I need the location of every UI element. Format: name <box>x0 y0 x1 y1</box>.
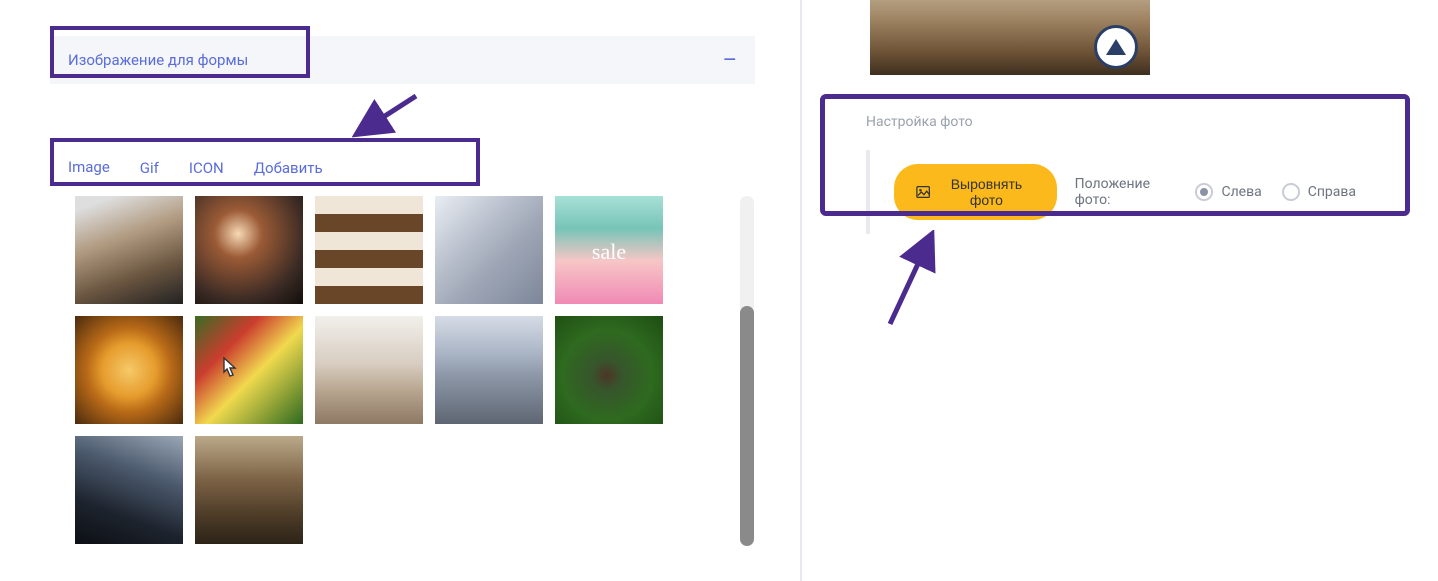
image-thumbnail[interactable] <box>315 316 423 424</box>
image-thumbnail[interactable] <box>195 436 303 544</box>
image-thumbnail[interactable] <box>75 436 183 544</box>
image-library-grid <box>75 196 755 544</box>
image-thumbnail[interactable] <box>195 196 303 304</box>
preview-logo-icon <box>1094 25 1138 69</box>
annotation-arrow-icon <box>352 92 422 138</box>
radio-right[interactable]: Справа <box>1282 183 1356 201</box>
radio-left[interactable]: Слева <box>1195 183 1261 201</box>
image-icon <box>916 184 930 200</box>
photo-position-radio-group: Слева Справа <box>1195 183 1356 201</box>
photo-settings-title: Настройка фото <box>866 114 1380 130</box>
tab-gif[interactable]: Gif <box>140 151 159 185</box>
tab-image[interactable]: Image <box>68 150 110 186</box>
panel-divider <box>800 0 802 581</box>
photo-position-label: Положение фото: <box>1075 176 1178 208</box>
image-thumbnail[interactable] <box>435 316 543 424</box>
image-thumbnail[interactable] <box>75 316 183 424</box>
radio-right-label: Справа <box>1308 184 1356 200</box>
radio-left-label: Слева <box>1221 184 1261 200</box>
left-panel: Изображение для формы – Image Gif ICON Д… <box>20 0 790 581</box>
image-thumbnail[interactable] <box>555 316 663 424</box>
image-section-header[interactable]: Изображение для формы – <box>50 36 755 84</box>
image-thumbnail[interactable] <box>315 196 423 304</box>
image-section-title: Изображение для формы <box>68 51 248 69</box>
scrollbar-track[interactable] <box>740 196 754 546</box>
collapse-button[interactable]: – <box>723 48 737 73</box>
image-thumbnail[interactable] <box>195 316 303 424</box>
image-thumbnail[interactable] <box>75 196 183 304</box>
image-tabs: Image Gif ICON Добавить <box>68 150 323 186</box>
right-panel: Настройка фото Выровнять фото Положение … <box>810 0 1430 581</box>
align-photo-label: Выровнять фото <box>938 176 1034 208</box>
image-thumbnail[interactable] <box>435 196 543 304</box>
photo-settings-bar: Выровнять фото Положение фото: Слева Спр… <box>866 150 1380 234</box>
align-photo-button[interactable]: Выровнять фото <box>894 164 1057 220</box>
form-preview-image <box>870 0 1150 75</box>
radio-icon <box>1195 183 1213 201</box>
tab-add[interactable]: Добавить <box>254 151 323 185</box>
scrollbar-thumb[interactable] <box>740 306 754 546</box>
photo-settings-section: Настройка фото Выровнять фото Положение … <box>820 94 1410 264</box>
radio-icon <box>1282 183 1300 201</box>
cursor-pointer-icon <box>217 356 239 382</box>
tab-icon[interactable]: ICON <box>189 151 224 185</box>
image-thumbnail[interactable] <box>555 196 663 304</box>
